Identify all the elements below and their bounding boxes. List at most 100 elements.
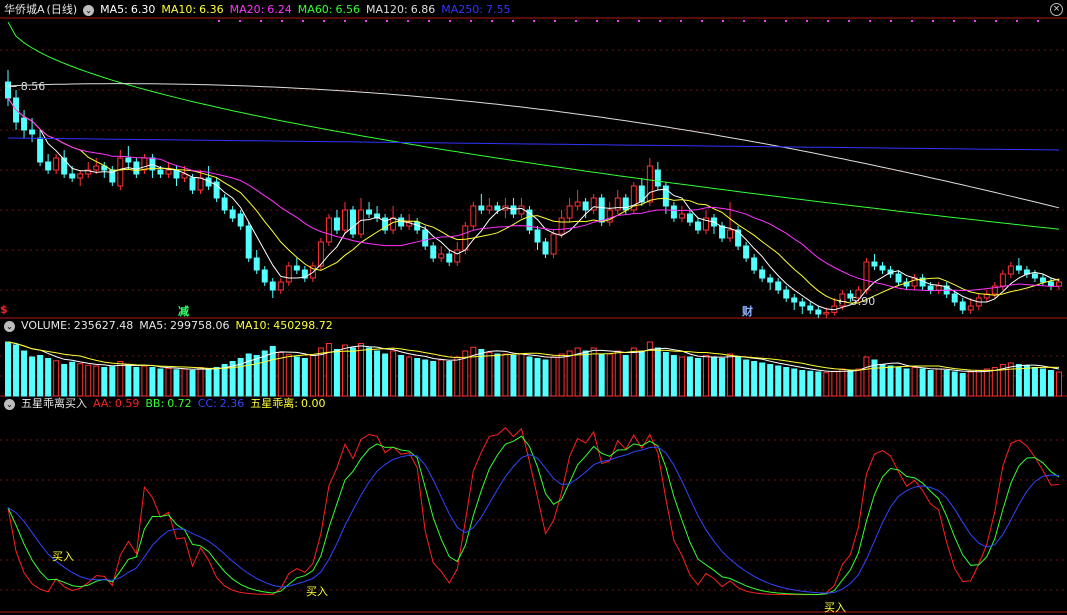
signal-dot (302, 20, 304, 22)
signal-dot (995, 20, 997, 22)
indicator-cc: CC: 2.36 (197, 397, 245, 410)
candle-body (598, 197, 605, 223)
volume-bar (149, 367, 156, 397)
volume-bar (959, 373, 966, 397)
candle-body (759, 269, 766, 279)
signal-dot (281, 20, 283, 22)
signal-dot (869, 20, 871, 22)
volume-bar (911, 367, 918, 397)
volume-bar (1039, 368, 1046, 397)
collapse-icon[interactable]: ⌄ (4, 320, 15, 332)
volume-bar (358, 343, 364, 397)
indicator-line (7, 426, 1060, 596)
candle-body (261, 269, 268, 283)
candle-body (678, 213, 685, 219)
candle-body (422, 229, 429, 247)
volume-bar (494, 353, 501, 397)
moving-average-lines (7, 21, 1060, 311)
candle-body (165, 169, 172, 175)
event-marker-reduce[interactable]: 减 (178, 303, 189, 319)
volume-bar (887, 365, 894, 397)
volume-bar (197, 367, 204, 397)
signal-dot (974, 20, 976, 22)
candle-body (751, 257, 758, 271)
candle-body (61, 157, 68, 175)
candle-body (895, 273, 902, 283)
event-marker-finance[interactable]: 财 (742, 303, 753, 319)
signal-dot (848, 20, 850, 22)
signal-dot (701, 20, 703, 22)
volume-bar (823, 372, 830, 397)
volume-bar (157, 368, 164, 397)
signal-dot (1037, 20, 1039, 22)
buy-signal-label: 买入 (306, 585, 328, 598)
volume-bar (454, 356, 461, 397)
ma250-item: MA250: 7.55 (441, 3, 511, 16)
volume-bar (414, 358, 421, 397)
candle-body (646, 165, 653, 203)
candle-body (694, 221, 701, 231)
candle-body (959, 301, 966, 311)
candle-body (237, 213, 244, 227)
close-icon[interactable]: × (1050, 3, 1063, 16)
volume-bar (735, 356, 742, 397)
volume-bar (919, 368, 926, 397)
chart-canvas[interactable] (0, 0, 1067, 614)
volume-bar (53, 360, 60, 397)
volume-bar (542, 359, 549, 397)
volume-bar (301, 358, 308, 397)
volume-bar (253, 355, 260, 397)
candle-body (197, 177, 204, 191)
volume-bar (486, 352, 493, 397)
high-price-label: ← 8.56 (8, 80, 46, 93)
volume-bar (991, 367, 998, 397)
volume-bar (534, 358, 541, 397)
event-marker-dividend[interactable]: $ (0, 303, 8, 316)
candle-body (293, 265, 300, 271)
signal-dot (743, 20, 745, 22)
candle-body (446, 253, 453, 263)
volume-bar (406, 356, 413, 397)
volume-bar (614, 350, 621, 397)
volume-bar (1023, 365, 1030, 397)
candle-body (558, 217, 565, 235)
candle-body (253, 257, 260, 271)
volume-bar (261, 350, 268, 397)
volume-bar (181, 368, 188, 397)
volume-bar (550, 356, 557, 397)
signal-dot (344, 20, 346, 22)
volume-bar (967, 371, 974, 397)
volume-bar (1031, 367, 1038, 397)
collapse-icon[interactable]: ⌄ (4, 398, 15, 410)
indicator-star: 五星乖离: 0.00 (250, 397, 326, 410)
signal-dot (533, 20, 535, 22)
volume-bar (21, 350, 28, 397)
ma10-item: MA10: 6.36 (161, 3, 224, 16)
volume-bar (117, 361, 124, 397)
collapse-icon[interactable]: ⌄ (83, 4, 95, 16)
volume-bar (165, 367, 172, 397)
volume-bar (5, 341, 11, 397)
volume-bar (951, 371, 958, 397)
candle-body (454, 249, 461, 263)
indicator-series (7, 426, 1060, 596)
candle-body (133, 161, 140, 175)
candle-body (269, 281, 276, 291)
arrow-icon: ← (838, 295, 851, 308)
volume-bar (815, 371, 822, 397)
volume-bar (622, 355, 629, 397)
volume-bar (390, 350, 397, 397)
volume-bar (398, 355, 405, 397)
volume-bar (566, 350, 573, 397)
signal-dot (386, 20, 388, 22)
signal-dot (260, 20, 262, 22)
candle-body (951, 293, 958, 303)
volume-bar (285, 354, 292, 397)
candle-body (510, 205, 517, 215)
indicator-bb: BB: 0.72 (145, 397, 192, 410)
candle-body (341, 209, 348, 231)
candle-body (783, 289, 790, 299)
candle-body (927, 285, 934, 291)
volume-bar (686, 356, 693, 397)
candle-body (791, 297, 798, 303)
